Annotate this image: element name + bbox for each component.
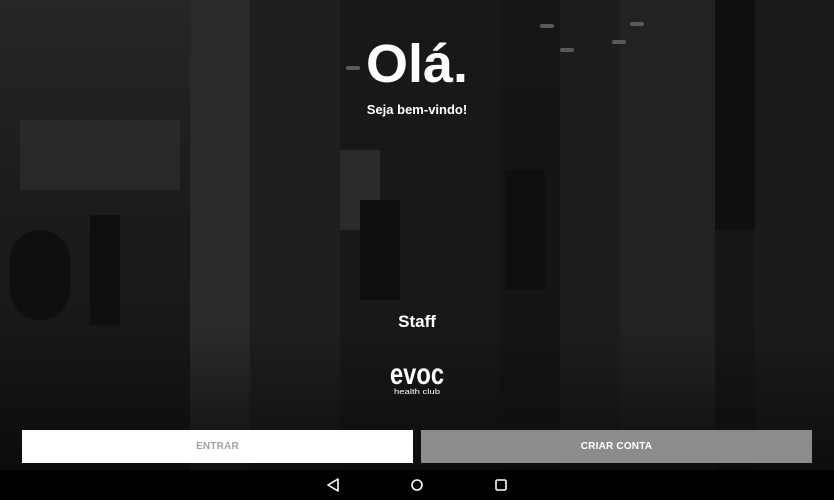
evoc-health-club-logo: evoc health club (388, 352, 446, 396)
staff-link[interactable]: Staff (0, 311, 834, 333)
back-button[interactable] (318, 470, 348, 500)
login-screen: Olá. Seja bem-vindo! Staff evoc health c… (0, 0, 834, 500)
android-navigation-bar (0, 470, 834, 500)
back-triangle-icon (327, 478, 339, 492)
svg-text:evoc: evoc (390, 358, 444, 391)
home-circle-icon (411, 479, 423, 491)
welcome-subtitle: Seja bem-vindo! (366, 102, 468, 117)
recents-button[interactable] (486, 470, 516, 500)
create-account-button[interactable]: CRIAR CONTA (421, 430, 812, 463)
recents-square-icon (495, 479, 507, 491)
home-button[interactable] (402, 470, 432, 500)
svg-text:health club: health club (394, 389, 440, 396)
enter-button[interactable]: ENTRAR (22, 430, 413, 463)
greeting-title: Olá. (365, 34, 469, 94)
